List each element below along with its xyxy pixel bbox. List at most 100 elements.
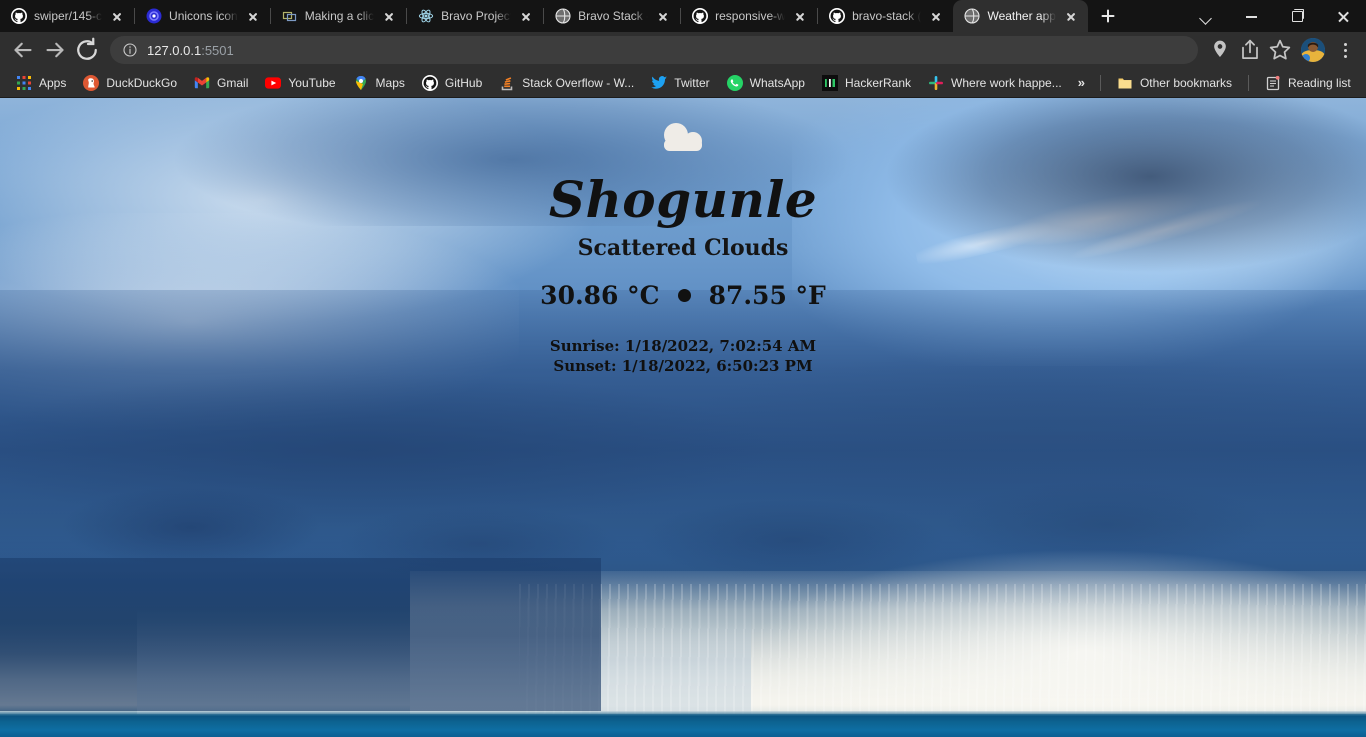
bookmarks-divider xyxy=(1099,74,1101,91)
browser-tab[interactable]: Making a clic xyxy=(271,0,406,32)
window-controls xyxy=(1182,0,1366,32)
avatar[interactable] xyxy=(1301,38,1325,62)
address-bar[interactable]: 127.0.0.1:5501 xyxy=(110,36,1198,64)
apps-grid-icon xyxy=(16,75,32,91)
maximize-button[interactable] xyxy=(1274,0,1320,32)
close-icon[interactable] xyxy=(381,8,397,24)
tab-title: Bravo Project xyxy=(441,9,512,23)
other-bookmarks-label: Other bookmarks xyxy=(1139,75,1233,90)
sunset-text: Sunset: 1/18/2022, 6:50:23 PM xyxy=(553,357,813,376)
close-icon[interactable] xyxy=(245,8,261,24)
unicons-icon xyxy=(146,8,162,24)
reading-list-icon xyxy=(1265,75,1281,91)
tab-title: responsive-w xyxy=(715,9,786,23)
share-icon[interactable] xyxy=(1236,36,1264,64)
bookmark-label: Twitter xyxy=(674,75,710,90)
bookmark-github[interactable]: GitHub xyxy=(414,72,490,94)
bookmark-stackoverflow[interactable]: Stack Overflow - W... xyxy=(491,72,642,94)
temperature-celsius: 30.86 °C xyxy=(540,280,660,310)
whatsapp-icon xyxy=(726,74,743,91)
bookmarks-bar: Apps DuckDuckGo Gmail YouTube Maps GitHu… xyxy=(0,68,1366,98)
tab-title: Unicons icon xyxy=(169,9,238,23)
close-icon[interactable] xyxy=(655,8,671,24)
chevron-down-icon[interactable] xyxy=(1182,0,1228,32)
codepen-icon xyxy=(282,8,298,24)
globe-icon xyxy=(964,8,981,24)
maps-pin-icon xyxy=(353,75,369,91)
twitter-icon xyxy=(651,75,668,91)
back-button[interactable] xyxy=(8,35,38,65)
folder-icon xyxy=(1117,75,1133,91)
bookmark-whatsapp[interactable]: WhatsApp xyxy=(719,72,813,94)
browser-toolbar: 127.0.0.1:5501 xyxy=(0,32,1366,68)
url-text: 127.0.0.1:5501 xyxy=(147,43,234,58)
stackoverflow-icon xyxy=(499,75,515,91)
bookmark-label: HackerRank xyxy=(844,75,912,90)
reading-list-button[interactable]: Reading list xyxy=(1257,72,1359,94)
tab-title: Weather app xyxy=(987,9,1056,23)
temperature-row: 30.86 °C 87.55 °F xyxy=(540,281,826,310)
bookmark-twitter[interactable]: Twitter xyxy=(643,72,717,94)
site-info-icon[interactable] xyxy=(122,42,138,58)
github-icon xyxy=(692,8,709,24)
tab-title: Bravo Stack - xyxy=(578,9,649,23)
bookmark-label: Gmail xyxy=(217,75,249,90)
bookmarks-overflow-button[interactable]: » xyxy=(1071,72,1092,93)
browser-tab[interactable]: Bravo Project xyxy=(407,0,543,32)
bookmark-apps[interactable]: Apps xyxy=(8,72,74,94)
window-close-button[interactable] xyxy=(1320,0,1366,32)
weather-card: Shogunle Scattered Clouds 30.86 °C 87.55… xyxy=(0,98,1366,737)
weather-description: Scattered Clouds xyxy=(577,234,789,261)
close-icon[interactable] xyxy=(518,8,534,24)
browser-tab[interactable]: swiper/145-c xyxy=(0,0,134,32)
youtube-icon xyxy=(265,75,282,91)
github-icon xyxy=(829,8,846,24)
close-icon[interactable] xyxy=(928,8,944,24)
forward-button[interactable] xyxy=(40,35,70,65)
tab-title: swiper/145-c xyxy=(34,9,103,23)
location-pin-icon[interactable] xyxy=(1206,36,1234,64)
reading-list-label: Reading list xyxy=(1288,75,1351,90)
browser-tab[interactable]: Bravo Stack - xyxy=(544,0,680,32)
bookmark-duckduckgo[interactable]: DuckDuckGo xyxy=(75,72,185,94)
temperature-fahrenheit: 87.55 °F xyxy=(708,280,826,310)
minimize-button[interactable] xyxy=(1228,0,1274,32)
slack-icon xyxy=(928,75,944,91)
bookmark-label: WhatsApp xyxy=(749,75,805,90)
close-icon[interactable] xyxy=(109,8,125,24)
star-icon[interactable] xyxy=(1266,36,1294,64)
other-bookmarks-button[interactable]: Other bookmarks xyxy=(1109,72,1240,94)
duckduckgo-icon xyxy=(83,74,100,91)
hackerrank-icon xyxy=(821,74,838,91)
new-tab-button[interactable] xyxy=(1094,2,1122,30)
bookmark-youtube[interactable]: YouTube xyxy=(257,72,343,94)
bookmark-label: Maps xyxy=(375,75,405,90)
bookmark-label: GitHub xyxy=(444,75,483,90)
reload-button[interactable] xyxy=(72,35,102,65)
globe-icon xyxy=(555,8,571,24)
bookmark-hackerrank[interactable]: HackerRank xyxy=(814,72,919,94)
browser-tab[interactable]: Unicons icon xyxy=(135,0,270,32)
close-icon[interactable] xyxy=(792,8,808,24)
tab-strip: swiper/145-c Unicons icon Making a clic … xyxy=(0,0,1366,32)
bookmark-label: Apps xyxy=(39,75,67,90)
bookmark-gmail[interactable]: Gmail xyxy=(186,72,256,94)
github-icon xyxy=(11,8,27,24)
close-icon[interactable] xyxy=(1063,8,1079,24)
browser-tab-active[interactable]: Weather app xyxy=(953,0,1088,32)
url-port: :5501 xyxy=(201,42,234,58)
url-host: 127.0.0.1 xyxy=(147,42,202,58)
browser-tab[interactable]: responsive-w xyxy=(681,0,817,32)
sunrise-text: Sunrise: 1/18/2022, 7:02:54 AM xyxy=(549,336,817,355)
page-viewport: Shogunle Scattered Clouds 30.86 °C 87.55… xyxy=(0,98,1366,737)
bookmarks-divider xyxy=(1248,74,1250,91)
tab-title: bravo-stack ( xyxy=(852,9,922,23)
bookmark-label: DuckDuckGo xyxy=(106,75,178,90)
browser-menu-button[interactable] xyxy=(1332,36,1358,64)
browser-tab[interactable]: bravo-stack ( xyxy=(818,0,953,32)
bookmark-maps[interactable]: Maps xyxy=(345,72,413,94)
tab-title: Making a clic xyxy=(304,9,375,23)
bookmark-slack[interactable]: Where work happe... xyxy=(920,72,1070,94)
bookmark-label: YouTube xyxy=(288,75,336,90)
browser-window: swiper/145-c Unicons icon Making a clic … xyxy=(0,0,1366,737)
